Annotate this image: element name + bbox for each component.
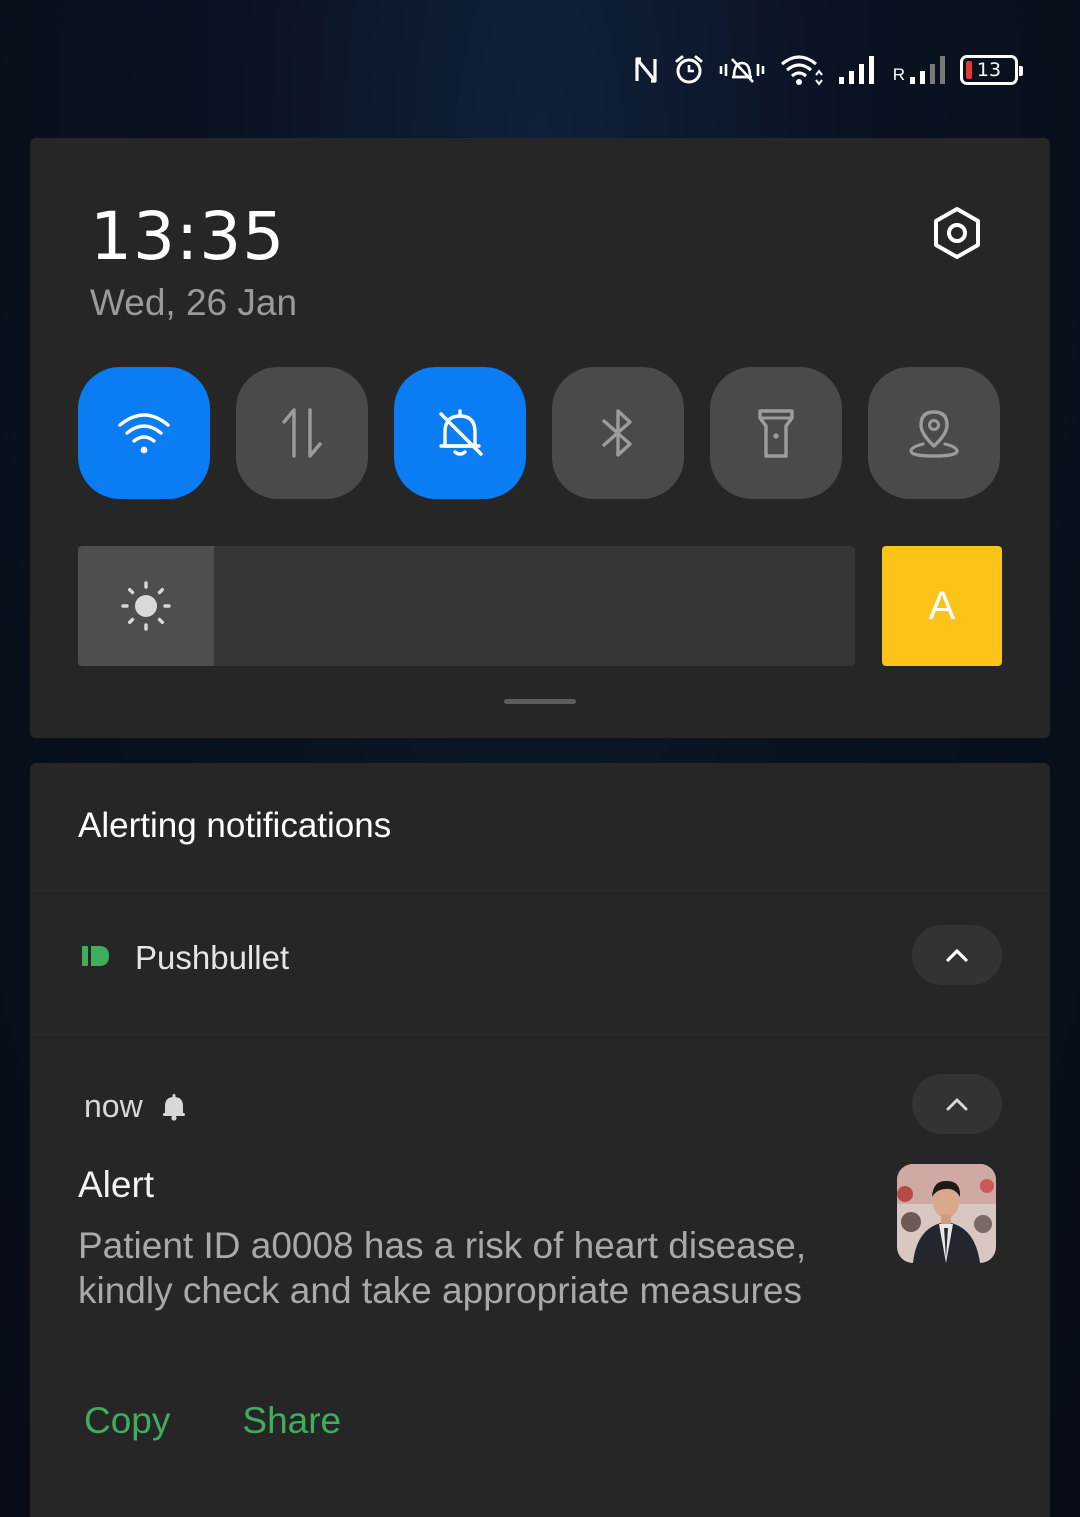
location-icon <box>909 410 959 458</box>
notification-time: now <box>84 1088 143 1124</box>
roaming-label: R <box>892 65 905 84</box>
tile-location[interactable] <box>868 367 1000 499</box>
notification-item[interactable]: now Alert Patient ID a0008 has a risk of… <box>30 1036 1050 1517</box>
sun-icon <box>121 581 171 631</box>
auto-brightness-button[interactable]: A <box>882 546 1002 666</box>
gear-icon <box>934 207 980 259</box>
settings-button[interactable] <box>928 204 986 262</box>
copy-action-button[interactable]: Copy <box>84 1400 170 1442</box>
battery-fill <box>966 61 972 79</box>
tile-wifi[interactable] <box>78 367 210 499</box>
bell-off-icon <box>439 409 483 456</box>
wifi-icon <box>118 413 170 454</box>
tile-flashlight[interactable] <box>710 367 842 499</box>
chevron-up-icon <box>946 949 968 962</box>
sender-avatar <box>897 1164 996 1263</box>
bell-icon <box>162 1093 185 1121</box>
chevron-up-icon <box>946 1098 968 1111</box>
battery-indicator: 13 <box>960 55 1023 85</box>
pushbullet-icon <box>82 944 110 973</box>
brightness-level[interactable] <box>78 546 214 666</box>
brightness-slider[interactable] <box>78 546 855 666</box>
app-header-row[interactable]: Pushbullet <box>30 890 1050 1035</box>
vibrate-mute-icon <box>719 55 765 85</box>
panel-drag-handle[interactable] <box>504 699 576 704</box>
nfc-icon <box>633 55 659 85</box>
collapse-group-button[interactable] <box>912 925 1002 985</box>
notifications-panel: Alerting notifications Pushbullet now Al… <box>30 763 1050 1517</box>
bluetooth-icon <box>602 409 632 457</box>
tile-bluetooth[interactable] <box>552 367 684 499</box>
app-name: Pushbullet <box>135 939 290 976</box>
wifi-icon <box>779 53 823 87</box>
tile-mobile-data[interactable] <box>236 367 368 499</box>
share-action-button[interactable]: Share <box>242 1400 341 1442</box>
battery-level: 13 <box>976 59 1002 81</box>
data-arrows-icon <box>282 408 322 458</box>
notification-text: Patient ID a0008 has a risk of heart dis… <box>78 1225 807 1311</box>
tile-do-not-disturb[interactable] <box>394 367 526 499</box>
collapse-notification-button[interactable] <box>912 1074 1002 1134</box>
notification-meta: now <box>84 1088 187 1125</box>
flashlight-icon <box>758 409 794 458</box>
notification-title: Alert <box>78 1164 155 1205</box>
quick-settings-panel: 13:35 Wed, 26 Jan A <box>30 138 1050 738</box>
alarm-icon <box>673 54 705 86</box>
signal-icon <box>837 53 879 87</box>
section-title: Alerting notifications <box>78 806 392 845</box>
roaming-signal-icon: R <box>893 53 946 87</box>
quick-tiles <box>78 367 1000 499</box>
date[interactable]: Wed, 26 Jan <box>90 282 297 324</box>
status-bar: R 13 <box>633 48 1023 92</box>
notification-actions: Copy Share <box>84 1400 341 1442</box>
clock[interactable]: 13:35 <box>90 198 285 275</box>
